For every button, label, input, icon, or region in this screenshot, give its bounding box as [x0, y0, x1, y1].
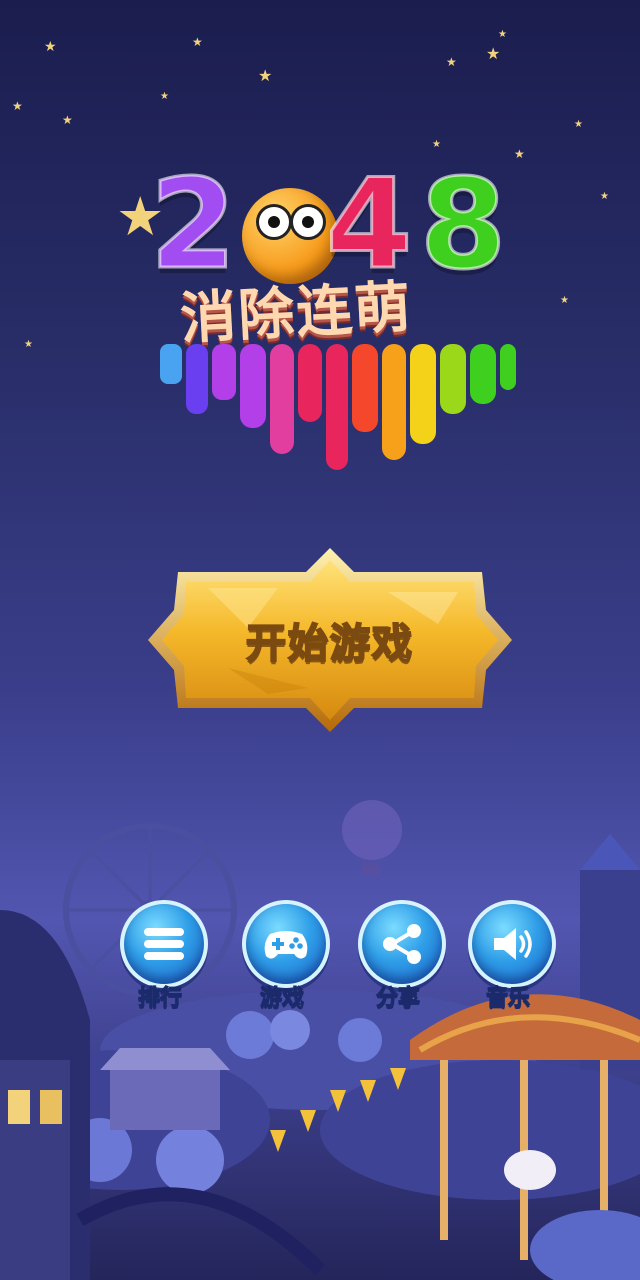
star-icon: ★ — [192, 35, 203, 49]
list-icon — [144, 928, 184, 960]
star-icon: ★ — [258, 66, 273, 85]
logo-digit-8: 8 — [418, 153, 507, 297]
star-icon: ★ — [514, 147, 525, 161]
star-icon: ★ — [600, 191, 609, 202]
speaker-icon — [494, 928, 532, 960]
menu-games-button[interactable]: 游戏 — [238, 900, 330, 1012]
menu-rank-circle — [120, 900, 208, 988]
menu-music-circle — [468, 900, 556, 988]
star-icon: ★ — [498, 29, 507, 40]
star-icon: ★ — [24, 339, 33, 350]
star-icon: ★ — [12, 99, 23, 113]
eye-icon — [290, 204, 326, 240]
menu-share-button[interactable]: 分享 — [354, 900, 446, 1012]
menu-games-label: 游戏 — [259, 986, 304, 1012]
game-logo: 2 4 8 消除连萌 — [130, 153, 530, 490]
menu-share-label: 分享 — [375, 986, 420, 1012]
start-game-label: 开始游戏 — [245, 620, 414, 668]
logo-digit-2: 2 — [148, 153, 237, 297]
menu-rank-label: 排行 — [137, 986, 182, 1012]
star-icon: ★ — [560, 295, 569, 306]
menu-rank-button[interactable]: 排行 — [116, 900, 208, 1012]
star-icon: ★ — [160, 91, 169, 102]
menu-music-label: 音乐 — [485, 986, 530, 1012]
share-icon — [383, 924, 421, 964]
game-screen: ★ ★ ★ ★ ★ ★ ★ ★ ★ ★ ★ ★ ★ ★ ★ ★ 2 4 8 消除… — [0, 0, 640, 1280]
star-icon: ★ — [432, 139, 441, 150]
menu-share-circle — [358, 900, 446, 988]
star-icon: ★ — [574, 119, 583, 130]
start-game-button[interactable]: 开始游戏 — [148, 548, 512, 732]
star-icon: ★ — [446, 55, 457, 69]
menu-games-circle — [242, 900, 330, 988]
logo-paint-drips — [160, 344, 516, 470]
star-icon: ★ — [44, 39, 57, 55]
star-icon: ★ — [486, 44, 501, 63]
gamepad-icon — [264, 931, 308, 959]
menu-music-button[interactable]: 音乐 — [464, 900, 556, 1012]
star-icon: ★ — [62, 113, 73, 127]
amusement-park-scenery — [0, 800, 640, 1280]
eye-icon — [256, 204, 292, 240]
